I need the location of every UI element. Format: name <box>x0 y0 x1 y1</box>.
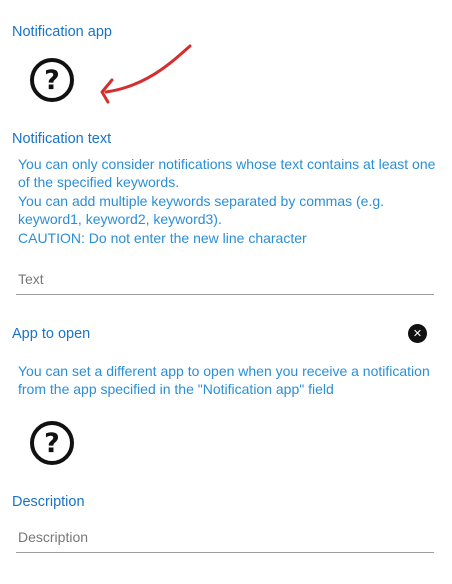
notification-text-input[interactable] <box>16 263 434 295</box>
description-input[interactable] <box>16 521 434 553</box>
notification-text-help: You can only consider notifications whos… <box>18 156 436 246</box>
notification-app-title: Notification app <box>12 24 112 40</box>
description-title: Description <box>12 494 85 510</box>
help-circle-icon[interactable]: ? <box>30 58 74 102</box>
app-to-open-help: You can set a different app to open when… <box>18 363 430 398</box>
notification-text-title: Notification text <box>12 131 112 147</box>
close-circle-icon[interactable]: ✕ <box>408 324 427 343</box>
app-to-open-title: App to open <box>12 326 91 342</box>
red-arrow-annotation <box>100 44 192 104</box>
help-circle-icon[interactable]: ? <box>30 421 74 465</box>
